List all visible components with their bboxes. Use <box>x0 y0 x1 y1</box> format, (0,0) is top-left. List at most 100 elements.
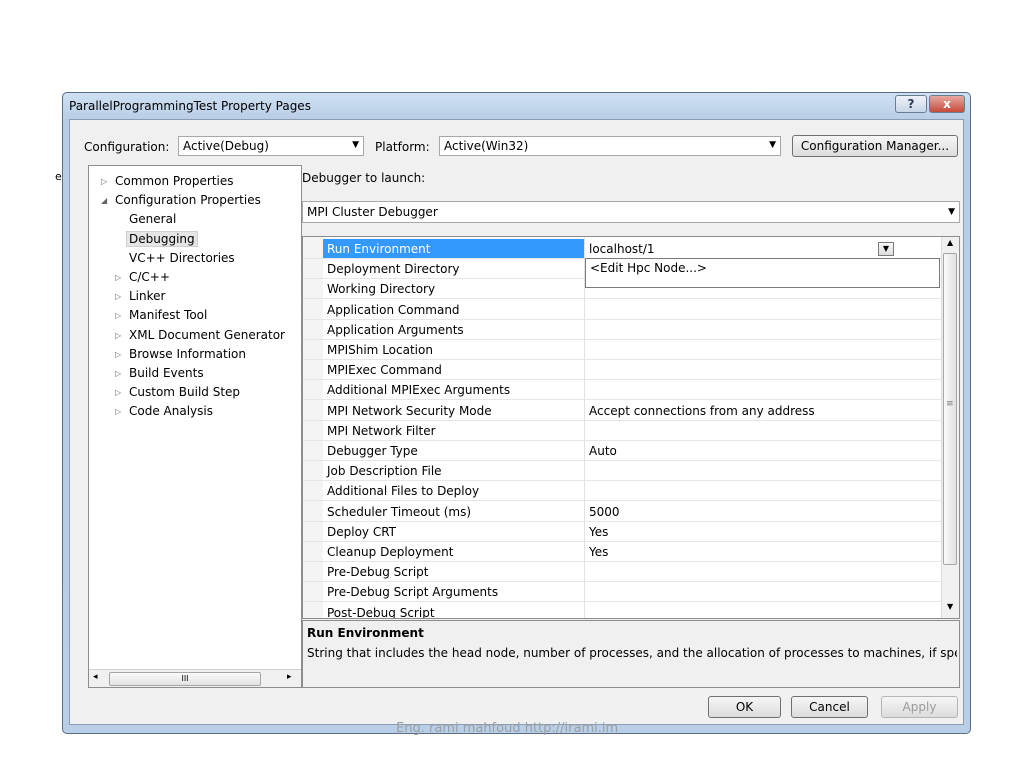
tree-expander-icon[interactable]: ▷ <box>115 369 121 378</box>
property-value[interactable]: Accept connections from any address <box>589 404 815 418</box>
scroll-thumb[interactable]: III <box>109 672 261 686</box>
configuration-select[interactable]: Active(Debug) ▼ <box>178 136 364 156</box>
tree-expander-icon[interactable]: ▷ <box>115 292 121 301</box>
property-name: Working Directory <box>327 282 436 297</box>
property-row[interactable]: Run Environment localhost/1 <box>303 239 941 259</box>
tree-item[interactable]: Common Properties <box>115 174 234 188</box>
platform-label: Platform: <box>375 140 430 154</box>
edge-character: e <box>55 170 62 183</box>
dialog-client-area: Configuration: Active(Debug) ▼ Platform:… <box>69 119 964 725</box>
tree-expander-icon[interactable]: ▷ <box>115 331 121 340</box>
property-name: Additional Files to Deploy <box>327 484 480 499</box>
tree-item[interactable]: Build Events <box>129 366 204 380</box>
property-row[interactable]: Debugger Type Auto <box>303 441 941 461</box>
property-tree[interactable]: ▷ Common Properties ◢ Configuration Propert… <box>88 165 302 688</box>
property-row[interactable]: MPIShim Location <box>303 340 941 360</box>
property-name: Post-Debug Script <box>327 605 435 619</box>
tree-item[interactable]: Manifest Tool <box>129 308 207 322</box>
debugger-select[interactable]: MPI Cluster Debugger ▼ <box>302 201 960 223</box>
cancel-button[interactable]: Cancel <box>791 696 868 718</box>
property-name: MPI Network Security Mode <box>327 403 492 418</box>
edit-hpc-node-option[interactable]: <Edit Hpc Node...> <box>590 261 707 275</box>
property-row[interactable]: Scheduler Timeout (ms) 5000 <box>303 502 941 522</box>
tree-item[interactable]: C/C++ <box>129 270 170 284</box>
property-row[interactable]: MPIExec Command <box>303 360 941 381</box>
configuration-value: Active(Debug) <box>183 139 269 153</box>
property-row[interactable]: Cleanup Deployment Yes <box>303 542 941 562</box>
title-bar: ParallelProgrammingTest Property Pages ?… <box>63 93 970 119</box>
tree-expander-icon[interactable]: ▷ <box>101 177 107 186</box>
property-row[interactable]: MPI Network Filter <box>303 421 941 441</box>
property-row[interactable]: Pre-Debug Script <box>303 562 941 583</box>
tree-expander-icon[interactable]: ▷ <box>115 350 121 359</box>
tree-expander-icon[interactable]: ▷ <box>115 407 121 416</box>
property-name: Debugger Type <box>327 444 418 458</box>
property-row[interactable]: Deploy CRT Yes <box>303 522 941 542</box>
property-row[interactable]: Application Command <box>303 300 941 320</box>
property-value[interactable]: Auto <box>589 444 617 458</box>
configuration-manager-button[interactable]: Configuration Manager... <box>792 135 958 157</box>
property-value[interactable]: Yes <box>589 525 608 539</box>
property-value[interactable]: Yes <box>589 545 608 559</box>
tree-item[interactable]: General <box>129 212 176 226</box>
window-title: ParallelProgrammingTest Property Pages <box>69 99 311 113</box>
platform-select[interactable]: Active(Win32) ▼ <box>439 136 781 156</box>
property-pages-window: ParallelProgrammingTest Property Pages ?… <box>62 92 971 734</box>
property-row[interactable]: MPI Network Security Mode Accept connecti… <box>303 401 941 421</box>
tree-horizontal-scrollbar[interactable]: ◂ III ▸ <box>89 669 301 687</box>
description-text: String that includes the head node, numb… <box>307 646 957 660</box>
property-name: Scheduler Timeout (ms) <box>327 504 472 519</box>
chevron-down-icon: ▼ <box>769 140 776 150</box>
property-row[interactable]: Application Arguments <box>303 320 941 340</box>
scroll-down-icon[interactable]: ▼ <box>947 602 953 611</box>
description-panel: Run Environment String that includes the… <box>302 620 960 688</box>
property-row[interactable]: Post-Debug Script <box>303 603 941 619</box>
tree-item[interactable]: Debugging <box>126 230 198 247</box>
tree-expander-icon[interactable]: ◢ <box>101 196 107 205</box>
property-name: Application Command <box>327 302 460 317</box>
property-name: Additional MPIExec Arguments <box>327 383 511 398</box>
property-name: Pre-Debug Script Arguments <box>327 585 499 600</box>
property-value[interactable]: localhost/1 <box>589 242 655 256</box>
property-row[interactable]: Additional MPIExec Arguments <box>303 380 941 401</box>
apply-button[interactable]: Apply <box>881 696 958 718</box>
tree-item[interactable]: Browse Information <box>129 347 246 361</box>
debugger-launch-label: Debugger to launch: <box>302 171 426 185</box>
scroll-left-icon[interactable]: ◂ <box>93 672 98 682</box>
tree-expander-icon[interactable]: ▷ <box>115 273 121 282</box>
property-name: Deployment Directory <box>327 262 460 277</box>
tree-item[interactable]: Linker <box>129 289 165 303</box>
scroll-up-icon[interactable]: ▲ <box>947 238 953 247</box>
scroll-thumb[interactable]: ≡ <box>943 253 957 565</box>
tree-expander-icon[interactable]: ▷ <box>115 311 121 320</box>
grid-column-divider[interactable] <box>584 237 585 618</box>
description-title: Run Environment <box>307 626 424 640</box>
scroll-grip-icon: ≡ <box>946 399 954 409</box>
grid-vertical-scrollbar[interactable]: ▲ ≡ ▼ <box>941 237 959 618</box>
configuration-label: Configuration: <box>84 140 170 154</box>
close-button[interactable]: x <box>929 95 965 113</box>
tree-item[interactable]: Code Analysis <box>129 404 213 418</box>
scroll-right-icon[interactable]: ▸ <box>287 672 292 682</box>
run-environment-dropdown-list: <Edit Hpc Node...> <box>585 258 940 288</box>
help-button[interactable]: ? <box>895 95 927 113</box>
property-name: MPIShim Location <box>327 343 433 357</box>
property-name: Run Environment <box>327 242 431 256</box>
debugger-value: MPI Cluster Debugger <box>307 205 438 219</box>
property-name: Pre-Debug Script <box>327 565 429 580</box>
run-environment-dropdown-button[interactable]: ▼ <box>878 242 894 256</box>
property-value[interactable]: 5000 <box>589 505 620 519</box>
property-row[interactable]: Pre-Debug Script Arguments <box>303 582 941 603</box>
platform-value: Active(Win32) <box>444 139 529 153</box>
tree-item[interactable]: Custom Build Step <box>129 385 240 399</box>
property-row[interactable]: Job Description File <box>303 461 941 482</box>
tree-item[interactable]: XML Document Generator <box>129 328 285 342</box>
tree-item[interactable]: VC++ Directories <box>129 251 235 265</box>
property-name: Deploy CRT <box>327 524 397 539</box>
chevron-down-icon: ▼ <box>352 140 359 150</box>
tree-expander-icon[interactable]: ▷ <box>115 388 121 397</box>
property-grid[interactable]: Run Environment localhost/1 Deployment Dir… <box>302 236 960 619</box>
ok-button[interactable]: OK <box>708 696 781 718</box>
tree-item[interactable]: Configuration Properties <box>115 193 261 207</box>
property-row[interactable]: Additional Files to Deploy <box>303 481 941 502</box>
